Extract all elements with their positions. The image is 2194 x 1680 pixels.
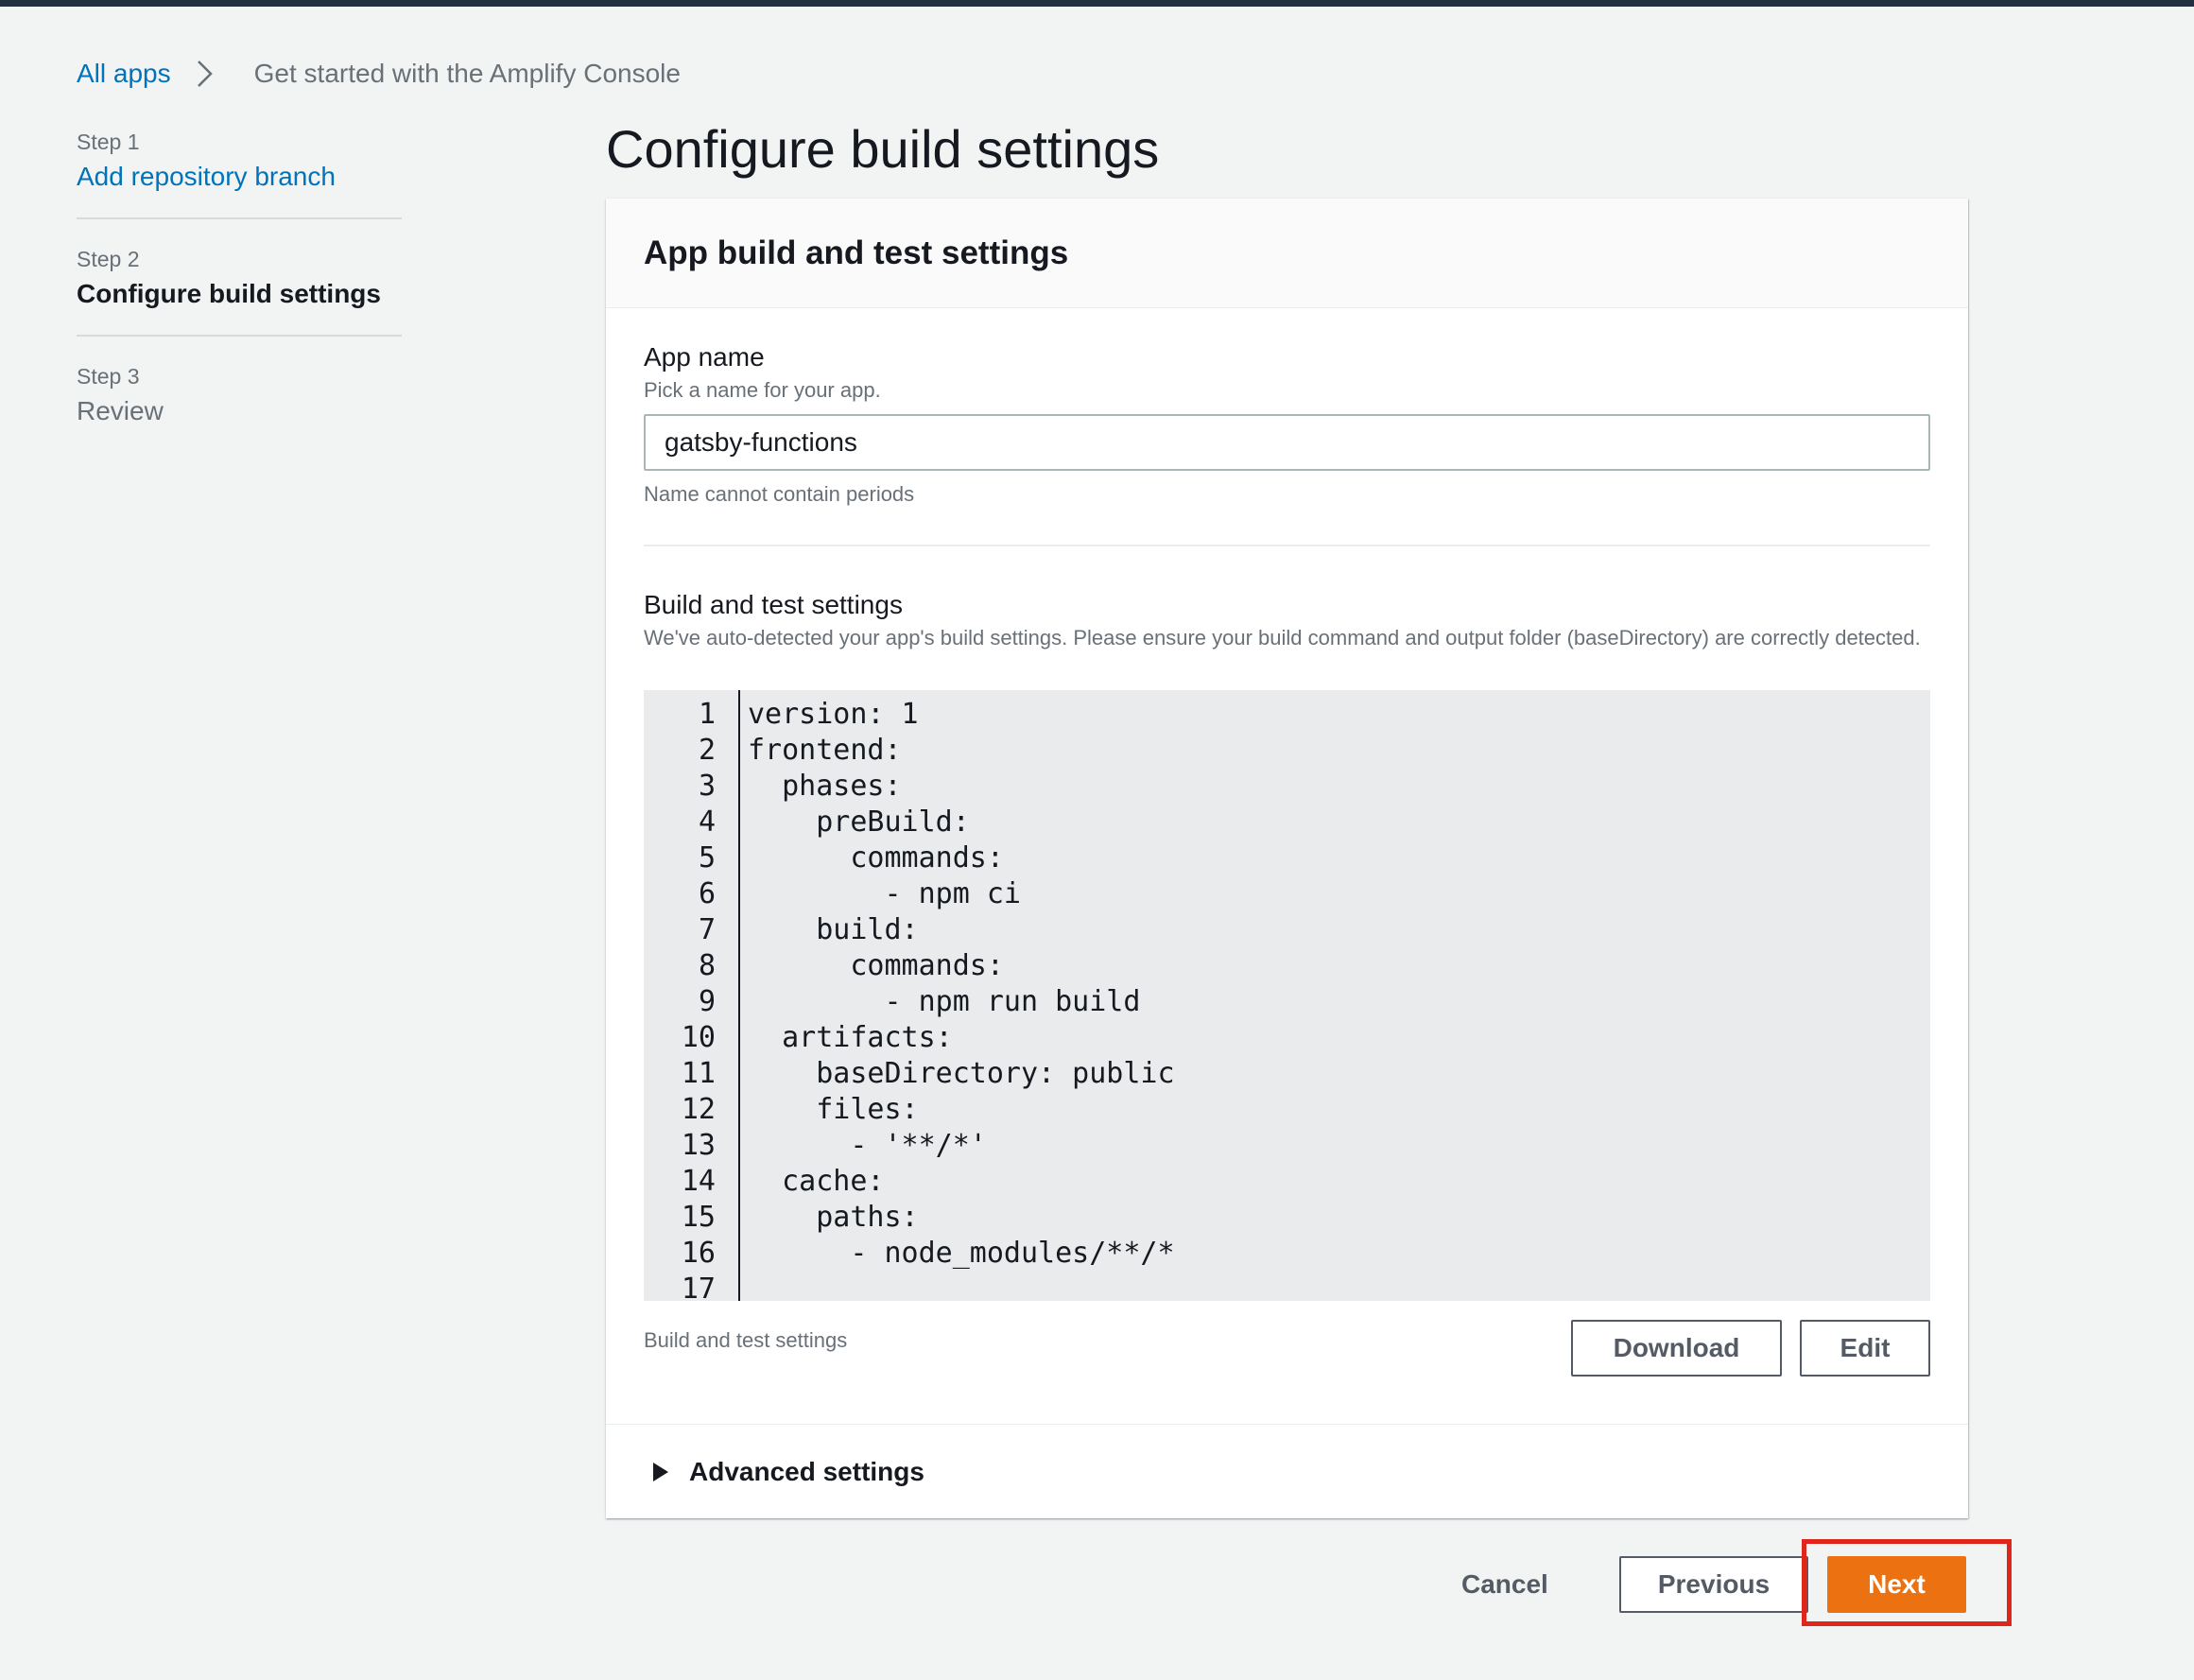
code-line: 17 [644, 1271, 1930, 1302]
previous-button[interactable]: Previous [1619, 1556, 1808, 1613]
step-1: Step 1 Add repository branch [77, 119, 402, 219]
breadcrumb-current: Get started with the Amplify Console [253, 59, 681, 88]
step-2-title: Configure build settings [77, 279, 381, 308]
code-text: build: [748, 912, 919, 946]
line-number: 10 [681, 1020, 716, 1054]
code-text: baseDirectory: public [748, 1056, 1175, 1090]
next-button[interactable]: Next [1827, 1556, 1966, 1613]
code-line: 15 paths: [644, 1199, 1930, 1235]
code-line: 3 phases: [644, 768, 1930, 804]
step-1-link[interactable]: Add repository branch [77, 159, 402, 195]
code-text: - '**/*' [748, 1128, 987, 1162]
panel-header: App build and test settings [606, 199, 1968, 308]
caret-right-icon [653, 1462, 668, 1481]
code-text: cache: [748, 1164, 885, 1198]
code-text: paths: [748, 1200, 919, 1234]
advanced-settings-label: Advanced settings [689, 1456, 924, 1486]
code-line: 2 frontend: [644, 732, 1930, 768]
breadcrumb-all-apps-link[interactable]: All apps [77, 59, 171, 89]
app-name-description: Pick a name for your app. [644, 378, 881, 402]
top-bar [0, 0, 2194, 7]
code-line: 6 - npm ci [644, 875, 1930, 911]
step-3-title: Review [77, 396, 164, 425]
code-text: - npm ci [748, 876, 1021, 910]
code-text: preBuild: [748, 805, 970, 839]
line-number: 13 [681, 1128, 716, 1162]
breadcrumb: All apps Get started with the Amplify Co… [77, 55, 681, 93]
edit-button[interactable]: Edit [1800, 1320, 1930, 1377]
code-text: commands: [748, 840, 1004, 875]
build-settings-description: We've auto-detected your app's build set… [644, 626, 1921, 649]
line-number: 11 [681, 1056, 716, 1090]
step-number: Step 2 [77, 247, 140, 271]
line-number: 3 [698, 769, 716, 803]
code-line: 10 artifacts: [644, 1019, 1930, 1055]
code-caption: Build and test settings [644, 1328, 848, 1352]
step-3: Step 3 Review [77, 354, 402, 452]
divider [644, 545, 1930, 546]
line-number: 9 [698, 984, 716, 1018]
line-number: 15 [681, 1200, 716, 1234]
line-number: 5 [698, 840, 716, 875]
step-number: Step 1 [77, 130, 140, 154]
line-number: 1 [698, 697, 716, 731]
app-name-hint: Name cannot contain periods [644, 482, 915, 506]
code-text: files: [748, 1092, 919, 1126]
app-name-label: App name [644, 342, 765, 372]
line-number: 7 [698, 912, 716, 946]
code-text: frontend: [748, 733, 902, 767]
code-line: 14 cache: [644, 1163, 1930, 1199]
code-line: 16 - node_modules/**/* [644, 1235, 1930, 1271]
line-number: 2 [698, 733, 716, 767]
step-number: Step 3 [77, 364, 140, 389]
line-number: 4 [698, 805, 716, 839]
panel-title: App build and test settings [644, 234, 1069, 271]
code-line: 9 - npm run build [644, 983, 1930, 1019]
code-text: commands: [748, 948, 1004, 982]
code-text: phases: [748, 769, 902, 803]
code-text: artifacts: [748, 1020, 953, 1054]
code-text: - npm run build [748, 984, 1141, 1018]
app-name-input[interactable]: gatsby-functions [644, 414, 1930, 471]
line-number: 6 [698, 876, 716, 910]
code-line: 11 baseDirectory: public [644, 1055, 1930, 1091]
line-number: 17 [681, 1272, 716, 1302]
code-line: 8 commands: [644, 947, 1930, 983]
code-line: 1 version: 1 [644, 696, 1930, 732]
build-settings-panel: App build and test settings App name Pic… [606, 199, 1968, 1518]
code-line: 5 commands: [644, 840, 1930, 875]
chevron-right-icon [184, 55, 226, 93]
page-title: Configure build settings [606, 119, 1160, 179]
cancel-button[interactable]: Cancel [1461, 1556, 1548, 1613]
code-line: 7 build: [644, 911, 1930, 947]
code-text: - node_modules/**/* [748, 1236, 1175, 1270]
code-line: 4 preBuild: [644, 804, 1930, 840]
code-line: 13 - '**/*' [644, 1127, 1930, 1163]
line-number: 12 [681, 1092, 716, 1126]
advanced-settings-toggle[interactable]: Advanced settings [606, 1424, 1968, 1518]
code-line: 12 files: [644, 1091, 1930, 1127]
build-settings-label: Build and test settings [644, 590, 903, 619]
code-text: version: 1 [748, 697, 919, 731]
line-number: 14 [681, 1164, 716, 1198]
line-number: 8 [698, 948, 716, 982]
step-2: Step 2 Configure build settings [77, 236, 402, 337]
line-number: 16 [681, 1236, 716, 1270]
download-button[interactable]: Download [1571, 1320, 1782, 1377]
app-name-value: gatsby-functions [665, 427, 857, 457]
build-spec-code-viewer[interactable]: 1 version: 1 2 frontend: 3 phases: 4 preBuild… [644, 690, 1930, 1301]
steps-nav: Step 1 Add repository branch Step 2 Conf… [77, 119, 402, 469]
